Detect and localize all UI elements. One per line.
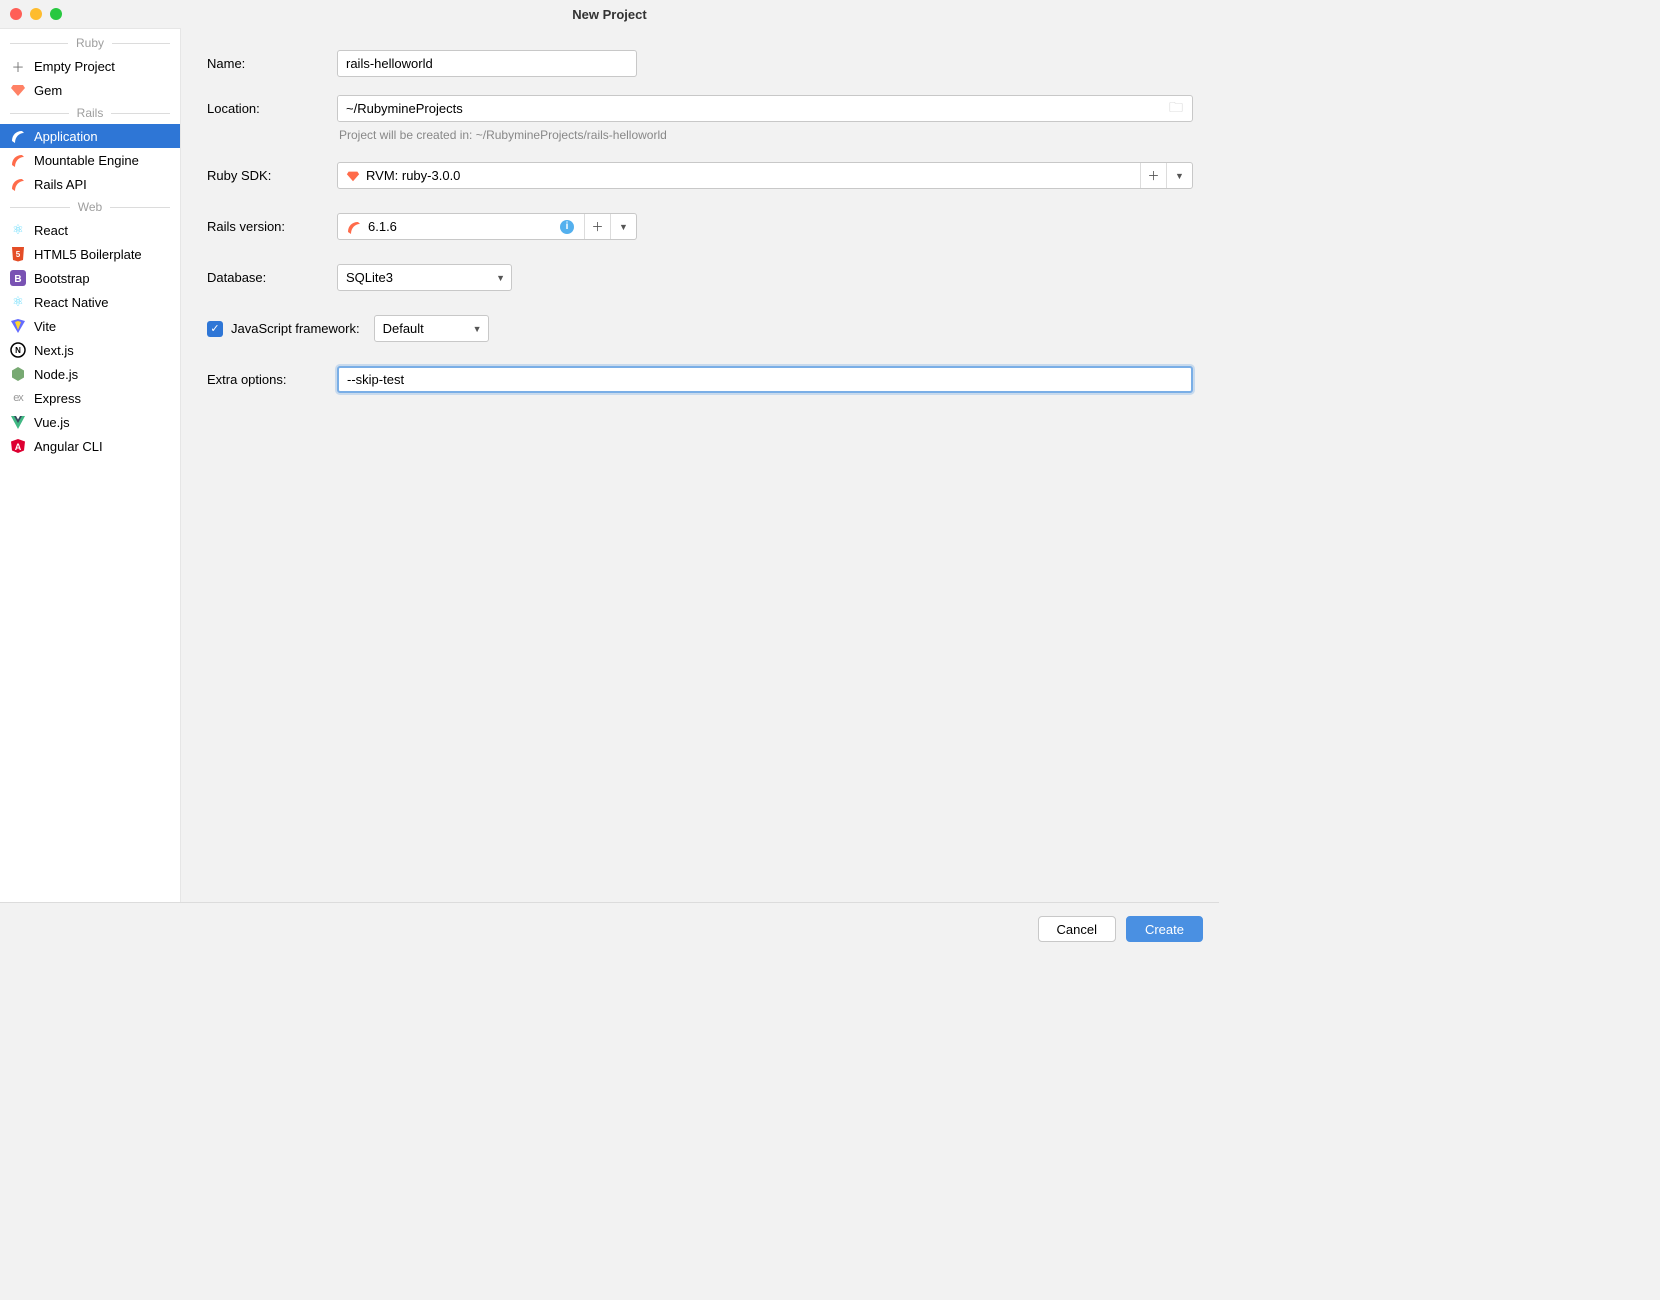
- sidebar-item-vite[interactable]: Vite: [0, 314, 180, 338]
- ruby-sdk-label: Ruby SDK:: [207, 168, 337, 183]
- sidebar-item-gem[interactable]: Gem: [0, 78, 180, 102]
- js-framework-checkbox[interactable]: ✓: [207, 321, 223, 337]
- sidebar-item-react[interactable]: ⚛ React: [0, 218, 180, 242]
- cancel-button[interactable]: Cancel: [1038, 916, 1116, 942]
- database-select[interactable]: SQLite3 ▼: [337, 264, 512, 291]
- js-framework-select[interactable]: Default ▼: [374, 315, 489, 342]
- project-type-sidebar: Ruby ＋ Empty Project Gem Rails Applicati…: [0, 28, 181, 902]
- bootstrap-icon: B: [10, 270, 26, 286]
- react-icon: ⚛: [10, 294, 26, 310]
- chevron-down-icon: ▼: [619, 222, 628, 232]
- sidebar-item-mountable-engine[interactable]: Mountable Engine: [0, 148, 180, 172]
- name-label: Name:: [207, 56, 337, 71]
- js-framework-label: JavaScript framework:: [231, 321, 360, 336]
- rails-icon: [10, 176, 26, 192]
- svg-text:B: B: [14, 274, 21, 285]
- sidebar-item-rails-api[interactable]: Rails API: [0, 172, 180, 196]
- nextjs-icon: N: [10, 342, 26, 358]
- sidebar-section-rails: Rails: [0, 102, 180, 124]
- sidebar-item-application[interactable]: Application: [0, 124, 180, 148]
- browse-folder-button[interactable]: 🗀: [1166, 96, 1192, 121]
- folder-icon: 🗀: [1169, 97, 1189, 121]
- rails-version-label: Rails version:: [207, 219, 337, 234]
- rails-icon: [346, 219, 362, 235]
- nodejs-icon: [10, 366, 26, 382]
- sidebar-item-html5[interactable]: 5 HTML5 Boilerplate: [0, 242, 180, 266]
- sidebar-item-bootstrap[interactable]: B Bootstrap: [0, 266, 180, 290]
- chevron-down-icon: ▼: [1175, 171, 1184, 181]
- rails-icon: [10, 152, 26, 168]
- chevron-down-icon: ▼: [473, 324, 482, 334]
- form-panel: Name: Location: 🗀 Project will be create…: [181, 28, 1219, 902]
- ruby-icon: [346, 169, 360, 183]
- add-sdk-button[interactable]: ＋: [1140, 163, 1166, 188]
- sidebar-section-ruby: Ruby: [0, 32, 180, 54]
- extra-options-label: Extra options:: [207, 372, 337, 387]
- sidebar-section-web: Web: [0, 196, 180, 218]
- add-rails-button[interactable]: ＋: [584, 214, 610, 239]
- vite-icon: [10, 318, 26, 334]
- sidebar-item-express[interactable]: ex Express: [0, 386, 180, 410]
- sidebar-item-react-native[interactable]: ⚛ React Native: [0, 290, 180, 314]
- vuejs-icon: [10, 414, 26, 430]
- window-title: New Project: [0, 7, 1219, 22]
- sidebar-item-angular[interactable]: A Angular CLI: [0, 434, 180, 458]
- rails-icon: [10, 128, 26, 144]
- react-icon: ⚛: [10, 222, 26, 238]
- sidebar-item-nextjs[interactable]: N Next.js: [0, 338, 180, 362]
- chevron-down-icon: ▼: [496, 273, 505, 283]
- titlebar: New Project: [0, 0, 1219, 28]
- angular-icon: A: [10, 438, 26, 454]
- sdk-dropdown-button[interactable]: ▼: [1166, 163, 1192, 188]
- rails-dropdown-button[interactable]: ▼: [610, 214, 636, 239]
- svg-text:A: A: [15, 442, 22, 452]
- database-label: Database:: [207, 270, 337, 285]
- sidebar-item-vuejs[interactable]: Vue.js: [0, 410, 180, 434]
- create-button[interactable]: Create: [1126, 916, 1203, 942]
- info-icon[interactable]: i: [560, 220, 574, 234]
- location-input[interactable]: [338, 96, 1166, 121]
- plus-icon: ＋: [10, 58, 26, 74]
- dialog-footer: Cancel Create: [0, 902, 1219, 955]
- svg-text:N: N: [15, 346, 21, 355]
- extra-options-input[interactable]: [337, 366, 1193, 393]
- location-label: Location:: [207, 101, 337, 116]
- name-input[interactable]: [337, 50, 637, 77]
- gem-icon: [10, 82, 26, 98]
- html5-icon: 5: [10, 246, 26, 262]
- ruby-sdk-dropdown[interactable]: RVM: ruby-3.0.0 ＋ ▼: [337, 162, 1193, 189]
- sidebar-item-empty-project[interactable]: ＋ Empty Project: [0, 54, 180, 78]
- location-hint: Project will be created in: ~/RubyminePr…: [207, 128, 1193, 142]
- express-icon: ex: [10, 390, 26, 406]
- sidebar-item-nodejs[interactable]: Node.js: [0, 362, 180, 386]
- rails-version-dropdown[interactable]: 6.1.6 i ＋ ▼: [337, 213, 637, 240]
- svg-text:5: 5: [16, 250, 21, 259]
- location-field: 🗀: [337, 95, 1193, 122]
